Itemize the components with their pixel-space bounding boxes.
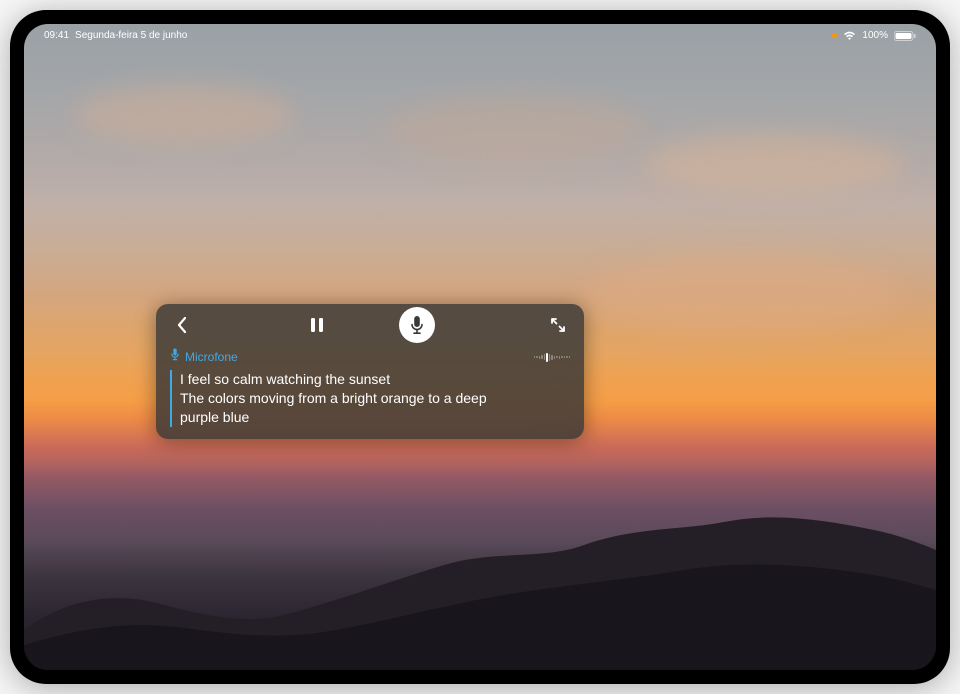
panel-body: Microfone: [156, 346, 584, 439]
home-screen: 09:41 Segunda-feira 5 de junho 100%: [24, 24, 936, 670]
transcript-block: I feel so calm watching the sunset The c…: [170, 370, 570, 427]
location-indicator-icon: [832, 33, 837, 38]
back-button[interactable]: [170, 313, 194, 337]
wallpaper-mountains: [24, 470, 936, 670]
transcript-line: purple blue: [180, 408, 570, 427]
wifi-icon: [843, 31, 856, 41]
status-date: Segunda-feira 5 de junho: [75, 30, 187, 41]
transcript-line: The colors moving from a bright orange t…: [180, 389, 570, 408]
audio-waveform-icon: [534, 353, 571, 362]
pause-button[interactable]: [305, 313, 329, 337]
status-time: 09:41: [44, 30, 69, 41]
status-bar: 09:41 Segunda-feira 5 de junho 100%: [24, 30, 936, 41]
microphone-button[interactable]: [399, 307, 435, 343]
battery-percentage: 100%: [862, 30, 888, 41]
transcript-line: I feel so calm watching the sunset: [180, 370, 570, 389]
ipad-frame: 09:41 Segunda-feira 5 de junho 100%: [10, 10, 950, 684]
live-captions-panel[interactable]: Microfone: [156, 304, 584, 439]
microphone-icon: [170, 348, 180, 366]
source-label: Microfone: [185, 350, 238, 364]
source-row: Microfone: [170, 348, 570, 366]
panel-toolbar: [156, 304, 584, 346]
battery-icon: [894, 31, 916, 41]
expand-button[interactable]: [546, 313, 570, 337]
